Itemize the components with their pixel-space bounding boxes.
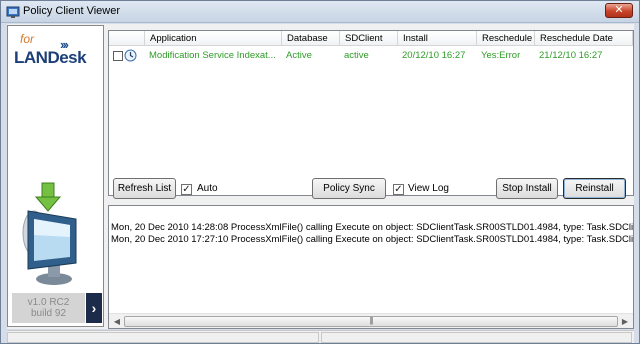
- cell-sdclient: active: [344, 50, 369, 61]
- horizontal-scrollbar[interactable]: ◀ ||| ▶: [109, 313, 633, 328]
- view-log-label: View Log: [408, 183, 449, 194]
- stop-install-button[interactable]: Stop Install: [496, 178, 558, 199]
- scroll-right-icon[interactable]: ▶: [618, 315, 632, 328]
- cell-reschedule: Yes:Error: [481, 50, 521, 61]
- sidebar: for ››› LANDesk v1.0 RC2 build 92 ›: [7, 25, 104, 327]
- column-header-database[interactable]: Database: [282, 31, 340, 46]
- policy-list[interactable]: Application Database SDClient Install Re…: [108, 30, 634, 196]
- policy-list-header: Application Database SDClient Install Re…: [109, 31, 633, 46]
- policy-sync-button[interactable]: Policy Sync: [312, 178, 386, 199]
- log-panel[interactable]: Mon, 20 Dec 2010 14:28:08 ProcessXmlFile…: [108, 205, 634, 329]
- version-line-1: v1.0 RC2: [27, 297, 70, 308]
- policy-viewer-icon: [6, 6, 20, 18]
- version-line-2: build 92: [30, 308, 67, 319]
- monitor-with-download-arrow-icon: [22, 182, 77, 285]
- refresh-list-button[interactable]: Refresh List: [113, 178, 176, 199]
- status-bar: [7, 330, 634, 343]
- cell-install: 20/12/10 16:27: [402, 50, 466, 61]
- cell-reschedule-date: 21/12/10 16:27: [539, 50, 603, 61]
- brand-name: LANDesk: [14, 48, 87, 67]
- brand-for-text: for: [20, 32, 35, 46]
- column-header-sdclient[interactable]: SDClient: [340, 31, 398, 46]
- reinstall-button[interactable]: Reinstall: [563, 178, 626, 199]
- column-header-reschedule[interactable]: Reschedule: [477, 31, 535, 46]
- scroll-left-icon[interactable]: ◀: [110, 315, 124, 328]
- status-pane-right: [321, 332, 632, 343]
- column-header-install[interactable]: Install: [398, 31, 477, 46]
- landesk-logo: for ››› LANDesk: [14, 32, 99, 80]
- expand-arrow-button[interactable]: ›: [86, 293, 102, 323]
- view-log-checkbox[interactable]: ✓: [393, 184, 404, 195]
- auto-label: Auto: [197, 183, 218, 194]
- scrollbar-thumb[interactable]: |||: [124, 316, 618, 327]
- cell-application: Modification Service Indexat...: [149, 50, 276, 61]
- close-button[interactable]: ✕: [605, 3, 633, 18]
- log-line: Mon, 20 Dec 2010 17:27:10 ProcessXmlFile…: [111, 234, 634, 245]
- policy-client-viewer-window: Policy Client Viewer ✕ for ››› LANDesk v…: [0, 0, 640, 344]
- window-title: Policy Client Viewer: [23, 5, 121, 17]
- row-checkbox[interactable]: [113, 51, 123, 61]
- title-bar: Policy Client Viewer ✕: [1, 1, 639, 23]
- client-area: for ››› LANDesk v1.0 RC2 build 92 › Appl…: [7, 24, 634, 329]
- version-label: v1.0 RC2 build 92: [12, 293, 85, 323]
- clock-icon: [124, 49, 137, 62]
- cell-database: Active: [286, 50, 312, 61]
- auto-checkbox[interactable]: ✓: [181, 184, 192, 195]
- status-pane-left: [7, 332, 319, 343]
- log-line: Mon, 20 Dec 2010 14:28:08 ProcessXmlFile…: [111, 222, 634, 233]
- column-header-select[interactable]: [109, 31, 145, 46]
- column-header-reschedule-date[interactable]: Reschedule Date: [535, 31, 633, 46]
- column-header-application[interactable]: Application: [145, 31, 282, 46]
- table-row[interactable]: Modification Service Indexat... Active a…: [109, 48, 633, 64]
